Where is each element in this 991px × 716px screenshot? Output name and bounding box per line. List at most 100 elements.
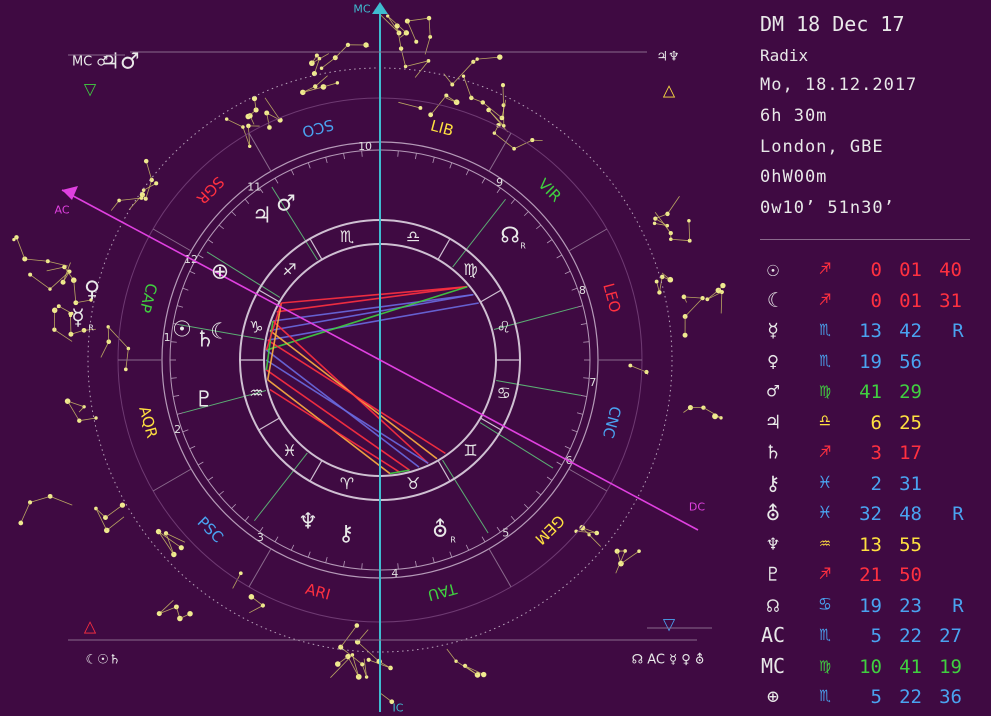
degree-tick [432, 556, 435, 563]
planet-glyph: ⊕ [211, 260, 229, 285]
sign-divider [488, 548, 512, 588]
degree-tick [290, 169, 295, 176]
planet-glyph: AC [760, 623, 786, 647]
constellation-line [105, 504, 123, 518]
constellation-line [659, 276, 663, 293]
constellation-line [428, 18, 431, 37]
degree-tick [307, 162, 311, 169]
degree-tick [415, 153, 417, 160]
degree-tick [523, 211, 529, 217]
house-number: 2 [174, 423, 181, 436]
planet-glyph: ☊ [500, 224, 520, 249]
planet-row: ⊕ ♏ 5 22 36 [760, 682, 991, 712]
degree-tick [536, 490, 542, 496]
degree-tick [343, 560, 345, 567]
degree-tick [182, 429, 189, 433]
element-triangle-icon: ▽ [663, 615, 676, 634]
position-minutes: 56 [899, 350, 922, 373]
sign-glyph: ♐ [819, 257, 831, 279]
constellation-line [620, 550, 640, 564]
sign-label: CAP [136, 281, 161, 314]
planet-row: ☾ ♐ 0 01 31 [760, 286, 991, 316]
constellation-line [110, 200, 120, 211]
degree-tick [218, 224, 224, 230]
planet-glyph: ♀ [84, 278, 100, 303]
degree-tick [449, 162, 453, 169]
sign-divider [488, 132, 512, 172]
degree-tick [290, 544, 295, 551]
degree-tick [207, 476, 214, 481]
dc-label: DC [689, 501, 705, 514]
sign-glyph: ♋ [819, 592, 831, 615]
corner-planets: ♃♆ [656, 50, 679, 65]
degree-tick [182, 287, 189, 291]
position-minutes: 23 [899, 594, 922, 617]
constellation-line [226, 118, 244, 128]
star [143, 158, 149, 164]
planet-row: ♀ ♏ 19 56 [760, 347, 991, 377]
corner-planets: ☾☉♄ [86, 653, 121, 668]
constellation-line [720, 292, 723, 314]
star [248, 594, 255, 600]
star [224, 117, 229, 121]
constellation-line [670, 238, 690, 242]
constellation-line [451, 61, 474, 85]
constellation-line [50, 495, 73, 506]
house-number: 4 [391, 567, 398, 580]
retrograde-mark: R [952, 320, 964, 342]
position-degrees: 5 [870, 686, 882, 708]
horoscope-chart: VIR LEO CNC GEM TAU ARI PSC AQR CAP SGR SCO LIB 1 2 3 4… [0, 0, 760, 716]
constellation-line [463, 76, 472, 99]
degree-tick [197, 254, 204, 259]
sign-divider [568, 228, 608, 252]
constellation-line [158, 531, 182, 548]
house-number: 7 [589, 376, 596, 389]
sign-glyph: ♓ [282, 441, 296, 460]
star [154, 181, 159, 186]
sign-glyph: ♏ [819, 684, 831, 706]
sign-glyph: ♓ [819, 501, 831, 523]
planet-glyph: ♀ [766, 348, 780, 373]
star [687, 218, 691, 223]
star [267, 125, 272, 130]
star [462, 663, 468, 668]
constellation-line [321, 57, 336, 69]
degree-tick [496, 526, 501, 533]
sign-divider [152, 468, 192, 492]
star [28, 272, 33, 277]
degree-tick [583, 377, 590, 379]
sign-glyph: ♏ [819, 318, 831, 340]
mc-label: MC [353, 3, 370, 16]
glyph-divider [258, 417, 280, 431]
glyph-divider [437, 238, 451, 260]
star [238, 571, 243, 576]
planet-row: ♄ ♐ 3 17 [760, 438, 991, 468]
degree-tick [361, 563, 363, 570]
constellation-line [494, 132, 515, 150]
sign-label: ARI [303, 580, 332, 604]
star [654, 279, 659, 284]
constellation-line [688, 220, 691, 241]
house-number: 10 [358, 140, 372, 153]
constellation-line [406, 20, 417, 42]
star [47, 493, 53, 499]
position-minutes: 31 [899, 472, 922, 495]
sign-divider [248, 548, 272, 588]
star [712, 413, 718, 420]
retrograde-mark: R [88, 324, 94, 333]
degree-tick [536, 224, 542, 230]
degree-tick [397, 150, 399, 157]
constellation-line [398, 101, 421, 109]
chart-time: 6h 30m [760, 106, 828, 126]
star [64, 398, 71, 404]
degree-tick [325, 556, 328, 563]
position-minutes: 41 [899, 655, 922, 678]
position-minutes: 25 [899, 411, 922, 434]
degree-tick [580, 395, 587, 397]
constellation-line [340, 625, 358, 648]
sign-glyph: ♍ [819, 653, 831, 676]
constellation-line [482, 102, 503, 119]
position-minutes: 22 [899, 686, 922, 708]
sign-glyph: ♌ [496, 317, 510, 336]
chart-wheel: VIR LEO CNC GEM TAU ARI PSC AQR CAP SGR SCO LIB 1 2 3 4… [12, 2, 726, 715]
